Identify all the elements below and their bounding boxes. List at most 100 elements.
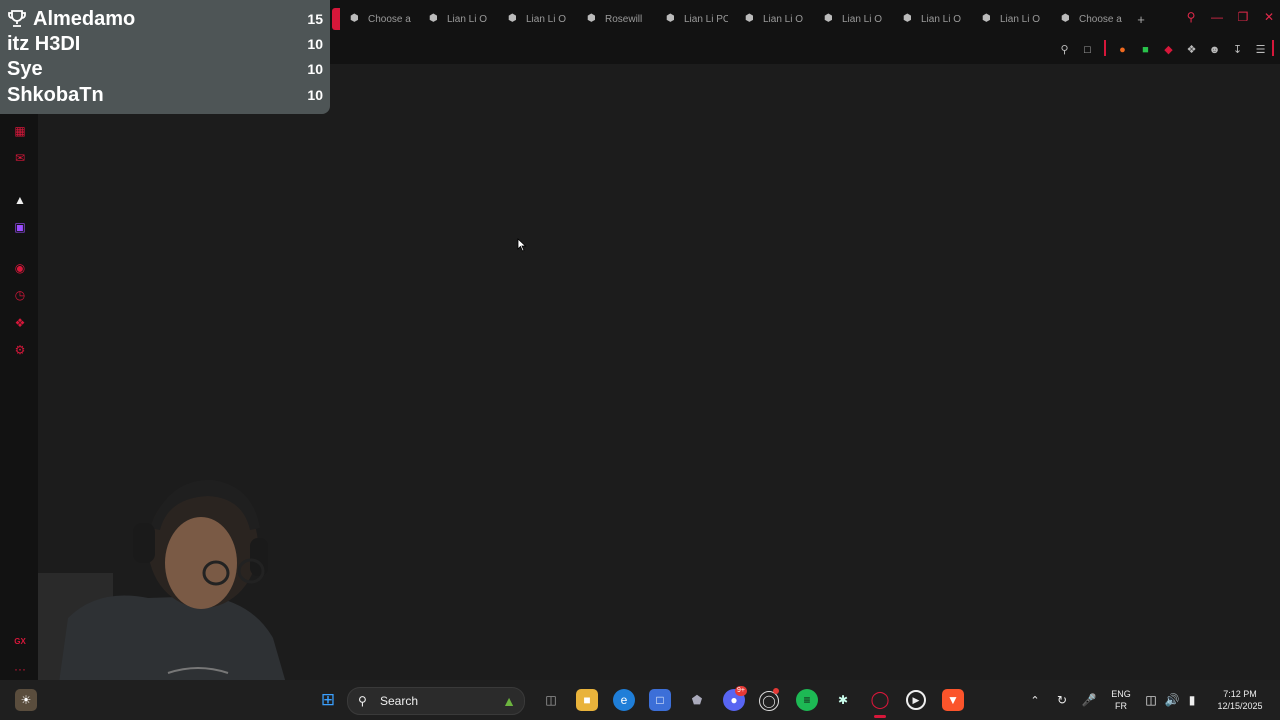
maximize-icon[interactable]: ❐	[1232, 6, 1254, 28]
leaderboard-name: Sye	[7, 57, 43, 80]
tray-battery-icon[interactable]: ▮	[1181, 689, 1203, 711]
tab-title: Lian Li O	[763, 13, 804, 25]
extensions-puzzle-icon[interactable]: ❖	[1182, 40, 1201, 59]
opera-gx-icon[interactable]: ◯	[869, 689, 891, 711]
steam-icon[interactable]: ✱	[832, 689, 854, 711]
edge-icon[interactable]: e	[613, 689, 635, 711]
ublock-icon[interactable]: ◆	[1159, 40, 1178, 59]
cube-icon: ⬢	[1061, 13, 1070, 24]
extension-green-icon[interactable]: ■	[1136, 40, 1155, 59]
sidebar-aria-icon[interactable]: ▲	[11, 191, 29, 209]
tab[interactable]: ⬢ Lian Li O	[498, 8, 577, 30]
tab[interactable]: ⬢ Rosewill	[577, 8, 656, 30]
tab[interactable]: ⬢ Lian Li O	[419, 8, 498, 30]
start-icon[interactable]: ⊞	[317, 689, 339, 711]
tab[interactable]: ⬢ Choose a	[340, 8, 419, 30]
cube-icon: ⬢	[508, 13, 517, 24]
sidebar-history-icon[interactable]: ◷	[11, 286, 29, 304]
cube-icon: ⬢	[666, 13, 675, 24]
tray-volume-icon[interactable]: 🔊	[1161, 689, 1183, 711]
tray-sync-icon[interactable]: ↻	[1051, 689, 1073, 711]
tab[interactable]: ⬢ Lian Li PC	[656, 8, 735, 30]
tab[interactable]: ⬢ Lian Li O	[814, 8, 893, 30]
tab-title: Lian Li O	[921, 13, 962, 25]
cube-icon: ⬢	[824, 13, 833, 24]
github-icon[interactable]: ◯	[759, 691, 779, 711]
leaderboard-score: 10	[307, 61, 323, 77]
app-icon[interactable]: ⬟	[686, 689, 708, 711]
brave-icon[interactable]: ▼	[942, 689, 964, 711]
clock-time: 7:12 PM	[1223, 689, 1257, 699]
tab[interactable]: ⬢ Lian Li O	[893, 8, 972, 30]
webcam-feed	[38, 468, 300, 690]
sidebar-gx-badge[interactable]: GX	[11, 632, 29, 650]
trophy-icon	[8, 10, 26, 27]
file-explorer-icon[interactable]: ■	[576, 689, 598, 711]
tab-accent	[332, 8, 340, 30]
cube-icon: ⬢	[350, 13, 359, 24]
cube-icon: ⬢	[745, 13, 754, 24]
sidebar-more-icon[interactable]: ···	[11, 660, 29, 678]
toolbar-icons: ⚲ □ ● ■ ◆ ❖ ☻ ↧ ☰	[1055, 40, 1270, 59]
task-view-icon[interactable]: ◫	[540, 689, 562, 711]
profile-icon[interactable]: ☻	[1205, 40, 1224, 59]
notification-dot	[773, 688, 779, 694]
download-icon[interactable]: ↧	[1228, 40, 1247, 59]
widgets-icon[interactable]: ☀	[15, 689, 37, 711]
language-indicator[interactable]: ENG FR	[1109, 688, 1133, 712]
leaderboard-score: 10	[307, 87, 323, 103]
tray-chevron-up-icon[interactable]: ⌃	[1024, 689, 1046, 711]
minimize-icon[interactable]: —	[1206, 6, 1228, 28]
pin-icon[interactable]: ⚲	[1055, 40, 1074, 59]
sidebar-twitch-icon[interactable]: ▣	[11, 218, 29, 236]
tab[interactable]: ⬢ Choose a	[1051, 8, 1130, 30]
leaderboard-row: Sye 10	[7, 57, 323, 81]
sidebar-settings-icon[interactable]: ⚙	[11, 341, 29, 359]
tab[interactable]: ⬢ Lian Li O	[735, 8, 814, 30]
tab-title: Rosewill	[605, 13, 643, 25]
search-tabs-icon[interactable]: ⚲	[1180, 6, 1202, 28]
leaderboard-name: ShkobaTn	[7, 83, 104, 106]
close-icon[interactable]: ✕	[1258, 6, 1280, 28]
tab[interactable]: ⬢ Lian Li O	[972, 8, 1051, 30]
cube-icon: ⬢	[587, 13, 596, 24]
clock-date: 12/15/2025	[1217, 701, 1263, 711]
running-indicator	[874, 715, 886, 718]
browser-sidebar: ▦ ✉ ▲ ▣ ◉ ◷ ❖ ⚙ GX ···	[0, 64, 38, 690]
sidebar-extensions-icon[interactable]: ❖	[11, 314, 29, 332]
leaderboard-name: Almedamo	[33, 7, 136, 30]
tab-strip: ⬢ Choose a ⬢ Lian Li O ⬢ Lian Li O ⬢ Rosewil…	[340, 8, 1152, 30]
tab-title: Lian Li O	[526, 13, 567, 25]
toolbar-separator	[1272, 40, 1274, 56]
leaderboard-row: itz H3DI 10	[7, 32, 323, 56]
cube-icon: ⬢	[903, 13, 912, 24]
extension-fire-icon[interactable]: ●	[1113, 40, 1132, 59]
sidebar-mail-icon[interactable]: ✉	[11, 149, 29, 167]
language-top: ENG	[1111, 689, 1131, 699]
sidebar-crypto-icon[interactable]: ▦	[11, 122, 29, 140]
snapshot-icon[interactable]: □	[1078, 40, 1097, 59]
tab-title: Lian Li O	[447, 13, 488, 25]
search-highlight-icon: ▲	[502, 693, 516, 709]
window-controls: ⚲ — ❐ ✕	[1180, 6, 1280, 28]
leaderboard-score: 10	[307, 36, 323, 52]
search-placeholder: Search	[380, 694, 419, 708]
spotify-icon[interactable]: ≡	[796, 689, 818, 711]
tab-title: Choose a	[368, 13, 411, 25]
store-icon[interactable]: □	[649, 689, 671, 711]
leaderboard-name: itz H3DI	[7, 32, 81, 55]
sidebar-player-icon[interactable]: ◉	[11, 259, 29, 277]
leaderboard-overlay: Almedamo 15 itz H3DI 10 Sye 10 ShkobaTn …	[0, 0, 330, 114]
tray-network-icon[interactable]: ◫	[1140, 689, 1162, 711]
media-player-icon[interactable]: ▶	[906, 690, 926, 710]
menu-icon[interactable]: ☰	[1251, 40, 1270, 59]
discord-badge: 9+	[735, 686, 747, 696]
taskbar-clock[interactable]: 7:12 PM 12/15/2025	[1205, 688, 1275, 712]
search-icon: ⚲	[358, 694, 367, 708]
tab-title: Choose a	[1079, 13, 1122, 25]
leaderboard-row: Almedamo 15	[7, 7, 323, 31]
taskbar-search[interactable]: ⚲ Search ▲	[347, 687, 525, 715]
tray-mic-icon[interactable]: 🎤	[1078, 689, 1100, 711]
cube-icon: ⬢	[429, 13, 438, 24]
new-tab-button[interactable]: +	[1130, 8, 1152, 30]
